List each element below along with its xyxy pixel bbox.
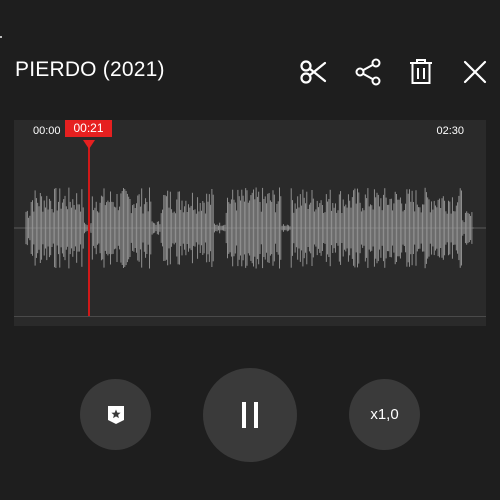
waveform-baseline [14, 316, 486, 317]
status-dot [0, 36, 2, 38]
share-button[interactable] [350, 54, 386, 90]
recording-title: PIERDO (2021) [15, 58, 165, 81]
trash-icon [410, 59, 432, 84]
playback-speed-button[interactable]: x1,0 [349, 379, 420, 450]
audio-editor-screen: PIERDO (2021) 00:00 02:30 00:21 x1,0 [0, 0, 500, 500]
end-time-label: 02:30 [436, 125, 464, 137]
cut-button[interactable] [295, 54, 331, 90]
bookmark-button[interactable] [80, 379, 151, 450]
playhead-line[interactable] [88, 140, 90, 316]
share-icon [355, 58, 381, 86]
close-button[interactable] [457, 54, 493, 90]
pause-icon [242, 402, 258, 428]
bookmark-star-icon [107, 405, 124, 424]
pause-button[interactable] [203, 368, 297, 462]
scissors-icon [300, 60, 327, 84]
audio-waveform [14, 187, 486, 269]
start-time-label: 00:00 [33, 125, 61, 137]
close-icon [463, 60, 487, 84]
delete-button[interactable] [403, 54, 439, 90]
speed-label: x1,0 [370, 406, 399, 423]
playhead-handle[interactable] [83, 140, 95, 149]
waveform-panel[interactable]: 00:00 02:30 00:21 [14, 120, 486, 326]
current-time-badge: 00:21 [65, 120, 112, 137]
